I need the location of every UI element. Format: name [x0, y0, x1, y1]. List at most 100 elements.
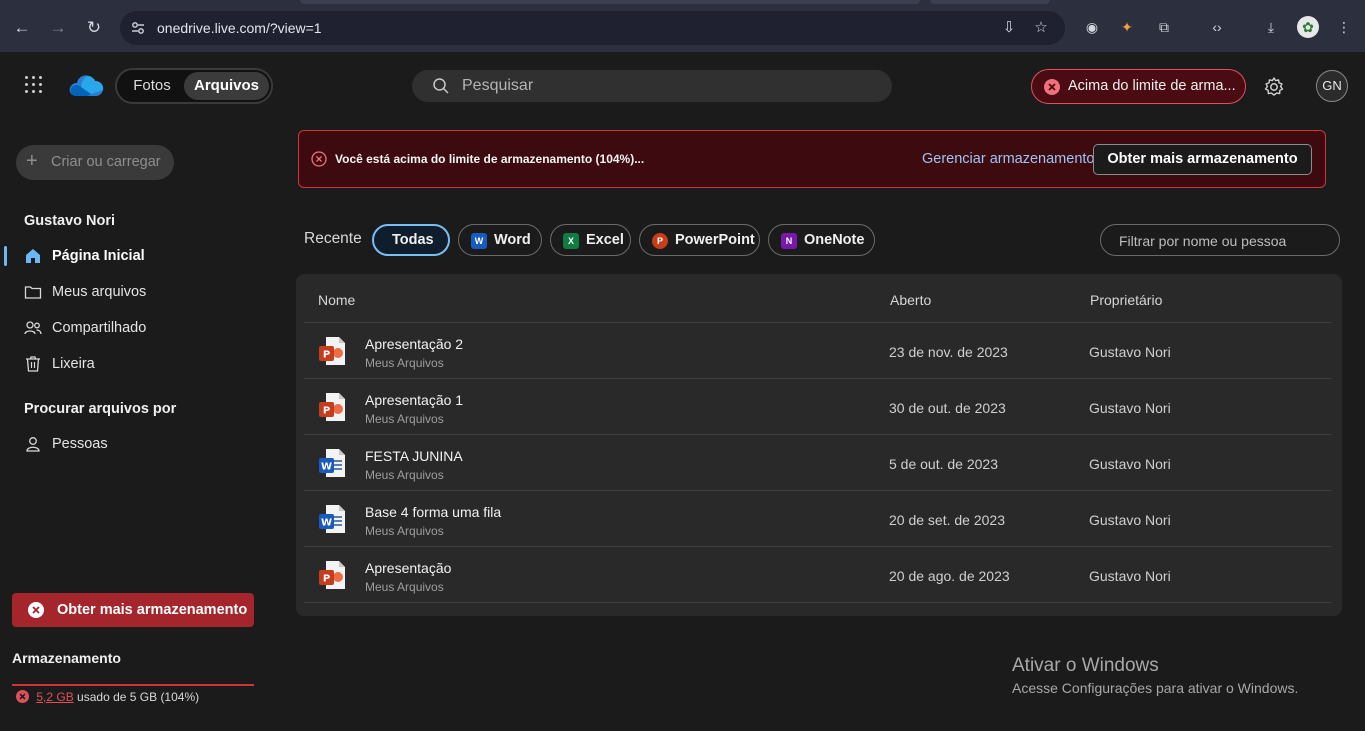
svg-text:P: P: [323, 350, 330, 361]
filter-chip-word[interactable]: W Word: [458, 224, 542, 256]
downloads-icon[interactable]: ⤓: [1260, 16, 1282, 38]
get-more-storage-button[interactable]: Obter mais armazenamento: [12, 593, 254, 627]
powerpoint-icon: P: [652, 233, 668, 249]
storage-warning-banner: Você está acima do limite de armazenamen…: [298, 130, 1326, 188]
sidebar-item-label: Página Inicial: [52, 248, 145, 264]
settings-gear-icon[interactable]: [1263, 76, 1285, 98]
create-upload-button[interactable]: + Criar ou carregar: [16, 145, 174, 180]
search-placeholder: Pesquisar: [462, 77, 534, 94]
storage-limit-alert[interactable]: Acima do limite de arma...: [1031, 69, 1246, 104]
banner-message: Você está acima do limite de armazenamen…: [335, 152, 645, 166]
storage-limit-text: Acima do limite de arma...: [1068, 78, 1236, 94]
excel-icon: X: [563, 233, 579, 249]
file-opened-date: 30 de out. de 2023: [889, 400, 1006, 416]
search-input[interactable]: Pesquisar: [412, 70, 892, 102]
recent-label: Recente: [304, 230, 362, 247]
table-row[interactable]: P Apresentação Meus Arquivos 20 de ago. …: [304, 547, 1332, 603]
profile-icon[interactable]: ✿: [1297, 16, 1319, 38]
file-owner: Gustavo Nori: [1089, 568, 1171, 584]
file-owner: Gustavo Nori: [1089, 344, 1171, 360]
file-owner: Gustavo Nori: [1089, 456, 1171, 472]
puzzle-extensions-icon[interactable]: ⧉: [1153, 16, 1175, 38]
sidebar-item-label: Pessoas: [52, 436, 108, 452]
svg-text:P: P: [323, 406, 330, 417]
filter-chip-powerpoint[interactable]: P PowerPoint: [639, 224, 760, 256]
switch-files[interactable]: Arquivos: [184, 72, 269, 100]
filter-chip-excel[interactable]: X Excel: [550, 224, 631, 256]
sidebar-item-recycle-bin[interactable]: Lixeira: [0, 349, 260, 379]
plus-icon: +: [26, 150, 38, 172]
get-more-storage-label: Obter mais armazenamento: [57, 602, 248, 618]
browser-toolbar: ← → ↻ onedrive.live.com/?view=1 ⇩ ☆ ◉ ✦ …: [0, 0, 1365, 52]
file-opened-date: 5 de out. de 2023: [889, 456, 998, 472]
svg-text:W: W: [321, 518, 332, 529]
table-row[interactable]: W FESTA JUNINA Meus Arquivos 5 de out. d…: [304, 435, 1332, 491]
file-name[interactable]: FESTA JUNINA: [365, 448, 463, 464]
table-row[interactable]: P Apresentação 1 Meus Arquivos 30 de out…: [304, 379, 1332, 435]
file-name[interactable]: Base 4 forma uma fila: [365, 504, 501, 520]
error-icon: [16, 690, 29, 703]
get-more-storage-button[interactable]: Obter mais armazenamento: [1093, 144, 1312, 175]
chip-label: Todas: [392, 232, 434, 248]
error-icon: [311, 151, 327, 167]
site-settings-icon[interactable]: [130, 20, 146, 36]
storage-used-link[interactable]: 5,2 GB: [36, 690, 73, 704]
devtools-icon[interactable]: ‹›: [1206, 16, 1228, 38]
filter-chip-onenote[interactable]: N OneNote: [768, 224, 875, 256]
address-bar[interactable]: onedrive.live.com/?view=1 ⇩ ☆: [120, 11, 1065, 45]
onedrive-logo-icon[interactable]: [67, 72, 105, 98]
svg-text:W: W: [321, 462, 332, 473]
sidebar-item-shared[interactable]: Compartilhado: [0, 313, 260, 343]
word-file-icon: W: [319, 505, 345, 533]
filter-placeholder: Filtrar por nome ou pessoa: [1119, 233, 1287, 249]
storage-usage: 5,2 GB usado de 5 GB (104%): [16, 690, 199, 704]
forward-icon[interactable]: →: [46, 16, 70, 40]
sidebar-item-label: Meus arquivos: [52, 284, 147, 300]
filter-chip-all[interactable]: Todas: [372, 224, 450, 256]
sidebar-item-my-files[interactable]: Meus arquivos: [0, 277, 260, 307]
sidebar-item-home[interactable]: Página Inicial: [0, 241, 260, 271]
file-location: Meus Arquivos: [365, 580, 444, 594]
user-name: Gustavo Nori: [24, 213, 116, 229]
back-icon[interactable]: ←: [10, 16, 34, 40]
bookmark-star-icon[interactable]: ☆: [1032, 19, 1050, 37]
storage-progress-bar: [12, 684, 254, 686]
browse-files-heading: Procurar arquivos por: [24, 401, 177, 417]
file-opened-date: 23 de nov. de 2023: [889, 344, 1008, 360]
error-icon: [28, 602, 44, 618]
column-header-opened[interactable]: Aberto: [890, 292, 931, 308]
file-name[interactable]: Apresentação 1: [365, 392, 463, 408]
manage-storage-link[interactable]: Gerenciar armazenamento: [922, 151, 1094, 167]
table-row[interactable]: W Base 4 forma uma fila Meus Arquivos 20…: [304, 491, 1332, 547]
file-name[interactable]: Apresentação 2: [365, 336, 463, 352]
tab-strip: [300, 0, 920, 4]
reload-icon[interactable]: ↻: [82, 16, 106, 40]
extension-icon[interactable]: ✦: [1116, 16, 1138, 38]
app-launcher-icon[interactable]: [25, 76, 43, 94]
avatar[interactable]: GN: [1316, 70, 1348, 102]
create-upload-label: Criar ou carregar: [51, 154, 161, 170]
install-app-icon[interactable]: ⇩: [1000, 19, 1018, 37]
windows-activation-title: Ativar o Windows: [1012, 655, 1159, 676]
view-switcher: Fotos Arquivos: [115, 68, 273, 104]
column-header-owner[interactable]: Proprietário: [1090, 292, 1162, 308]
column-header-name[interactable]: Nome: [318, 292, 355, 308]
sidebar-item-label: Lixeira: [52, 356, 95, 372]
storage-title: Armazenamento: [12, 650, 121, 666]
switch-photos[interactable]: Fotos: [121, 72, 183, 100]
people-icon: [24, 321, 42, 335]
storage-total-text: usado de 5 GB (104%): [77, 690, 200, 704]
sidebar-item-label: Compartilhado: [52, 320, 147, 336]
filter-input[interactable]: Filtrar por nome ou pessoa: [1100, 224, 1340, 256]
word-icon: W: [471, 233, 487, 249]
powerpoint-file-icon: P: [319, 393, 345, 421]
table-row[interactable]: P Apresentação 2 Meus Arquivos 23 de nov…: [304, 323, 1332, 379]
sidebar-item-people[interactable]: Pessoas: [0, 429, 260, 459]
menu-kebab-icon[interactable]: ⋮: [1333, 16, 1355, 38]
file-owner: Gustavo Nori: [1089, 400, 1171, 416]
extension-icon[interactable]: ◉: [1081, 16, 1103, 38]
file-name[interactable]: Apresentação: [365, 560, 451, 576]
file-location: Meus Arquivos: [365, 524, 444, 538]
powerpoint-file-icon: P: [319, 337, 345, 365]
url-text[interactable]: onedrive.live.com/?view=1: [157, 20, 322, 36]
